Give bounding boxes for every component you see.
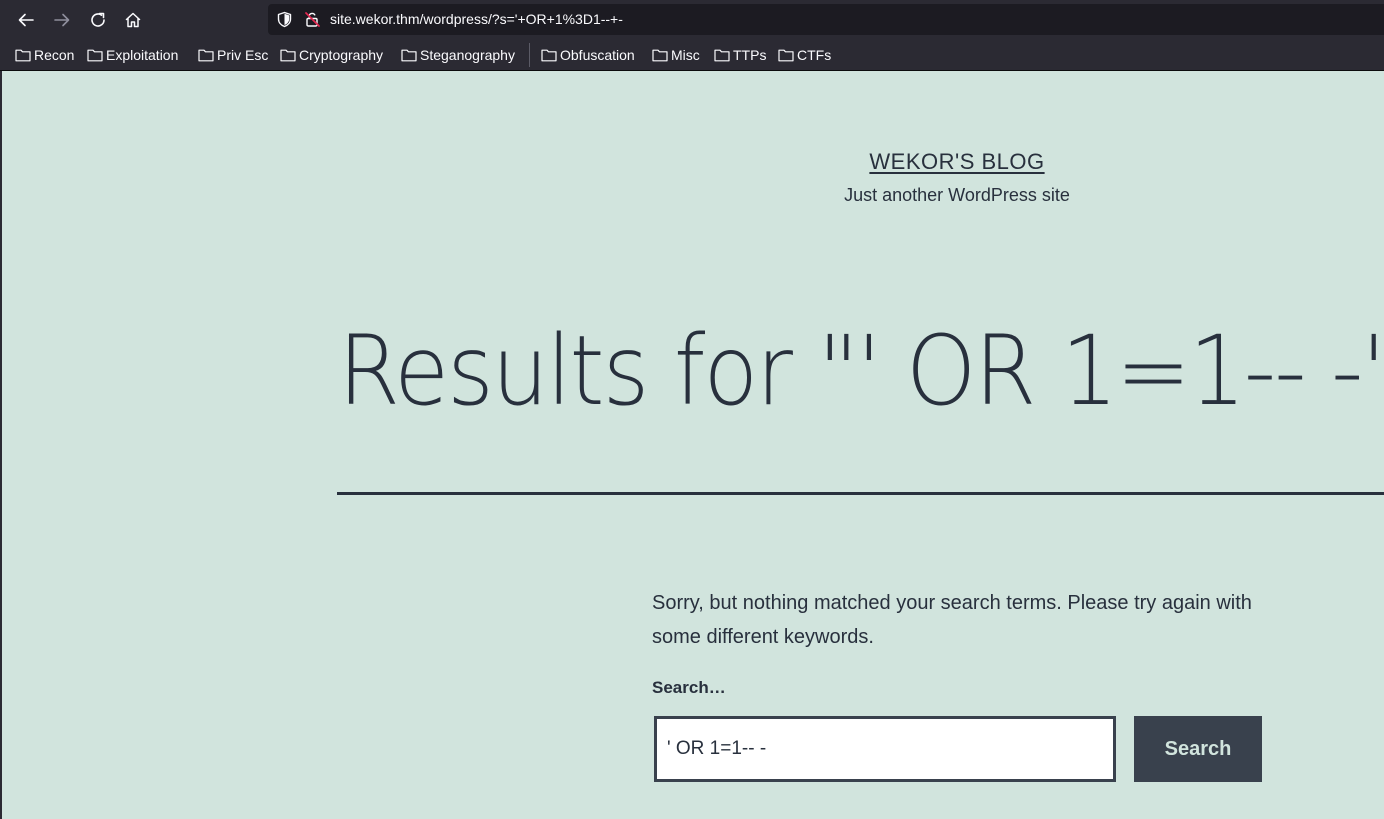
search-button[interactable]: Search <box>1134 716 1262 782</box>
page-content: WEKOR'S BLOG Just another WordPress site… <box>2 71 1384 819</box>
bookmark-label: Recon <box>34 47 75 63</box>
bookmark-label: CTFs <box>797 47 832 63</box>
bookmark-label: Priv Esc <box>217 47 269 63</box>
folder-icon <box>15 49 31 62</box>
bookmark-label: Misc <box>671 47 700 63</box>
bookmarks-separator <box>529 43 530 67</box>
bookmark-label: TTPs <box>733 47 767 63</box>
folder-icon <box>87 49 103 62</box>
folder-icon <box>280 49 296 62</box>
site-description: Just another WordPress site <box>844 185 1070 205</box>
site-title-link[interactable]: WEKOR'S BLOG <box>2 149 1384 175</box>
folder-icon <box>541 49 557 62</box>
folder-icon <box>401 49 417 62</box>
folder-icon <box>778 49 794 62</box>
reload-icon <box>91 12 105 27</box>
heading-divider <box>337 492 1384 495</box>
folder-icon <box>652 49 668 62</box>
bookmark-label: Steganography <box>420 47 515 63</box>
folder-icon <box>198 49 214 62</box>
bookmark-ctfs[interactable]: CTFs <box>778 45 831 65</box>
bookmark-cryptography[interactable]: Cryptography <box>280 45 383 65</box>
url-bar[interactable]: site.wekor.thm/wordpress/?s='+OR+1%3D1--… <box>268 4 1384 35</box>
search-input[interactable] <box>654 716 1116 782</box>
reload-button[interactable] <box>84 6 112 34</box>
bookmark-label: Exploitation <box>106 47 179 63</box>
bookmark-label: Cryptography <box>299 47 384 63</box>
bookmark-recon[interactable]: Recon <box>15 45 74 65</box>
back-arrow-icon <box>18 13 34 27</box>
url-text[interactable]: site.wekor.thm/wordpress/?s='+OR+1%3D1--… <box>330 11 623 27</box>
shield-icon[interactable] <box>276 11 293 28</box>
folder-icon <box>714 49 730 62</box>
bookmark-misc[interactable]: Misc <box>652 45 700 65</box>
bookmark-ttps[interactable]: TTPs <box>714 45 766 65</box>
home-icon <box>125 12 141 28</box>
bookmark-priv-esc[interactable]: Priv Esc <box>198 45 268 65</box>
bookmark-exploitation[interactable]: Exploitation <box>87 45 178 65</box>
no-results-message: Sorry, but nothing matched your search t… <box>652 592 1252 648</box>
home-button[interactable] <box>119 6 147 34</box>
page-title: Results for "' OR 1=1-- -" <box>338 315 1384 427</box>
bookmark-label: Obfuscation <box>560 47 635 63</box>
bookmark-obfuscation[interactable]: Obfuscation <box>541 45 635 65</box>
forward-arrow-icon <box>54 13 70 27</box>
back-button[interactable] <box>12 6 40 34</box>
forward-button[interactable] <box>48 6 76 34</box>
bookmarks-bar: Recon Exploitation Priv Esc Cryptography… <box>0 39 1384 71</box>
browser-toolbar: site.wekor.thm/wordpress/?s='+OR+1%3D1--… <box>0 0 1384 39</box>
search-label: Search… <box>652 678 726 697</box>
insecure-lock-icon[interactable] <box>304 11 321 28</box>
bookmark-steganography[interactable]: Steganography <box>401 45 515 65</box>
